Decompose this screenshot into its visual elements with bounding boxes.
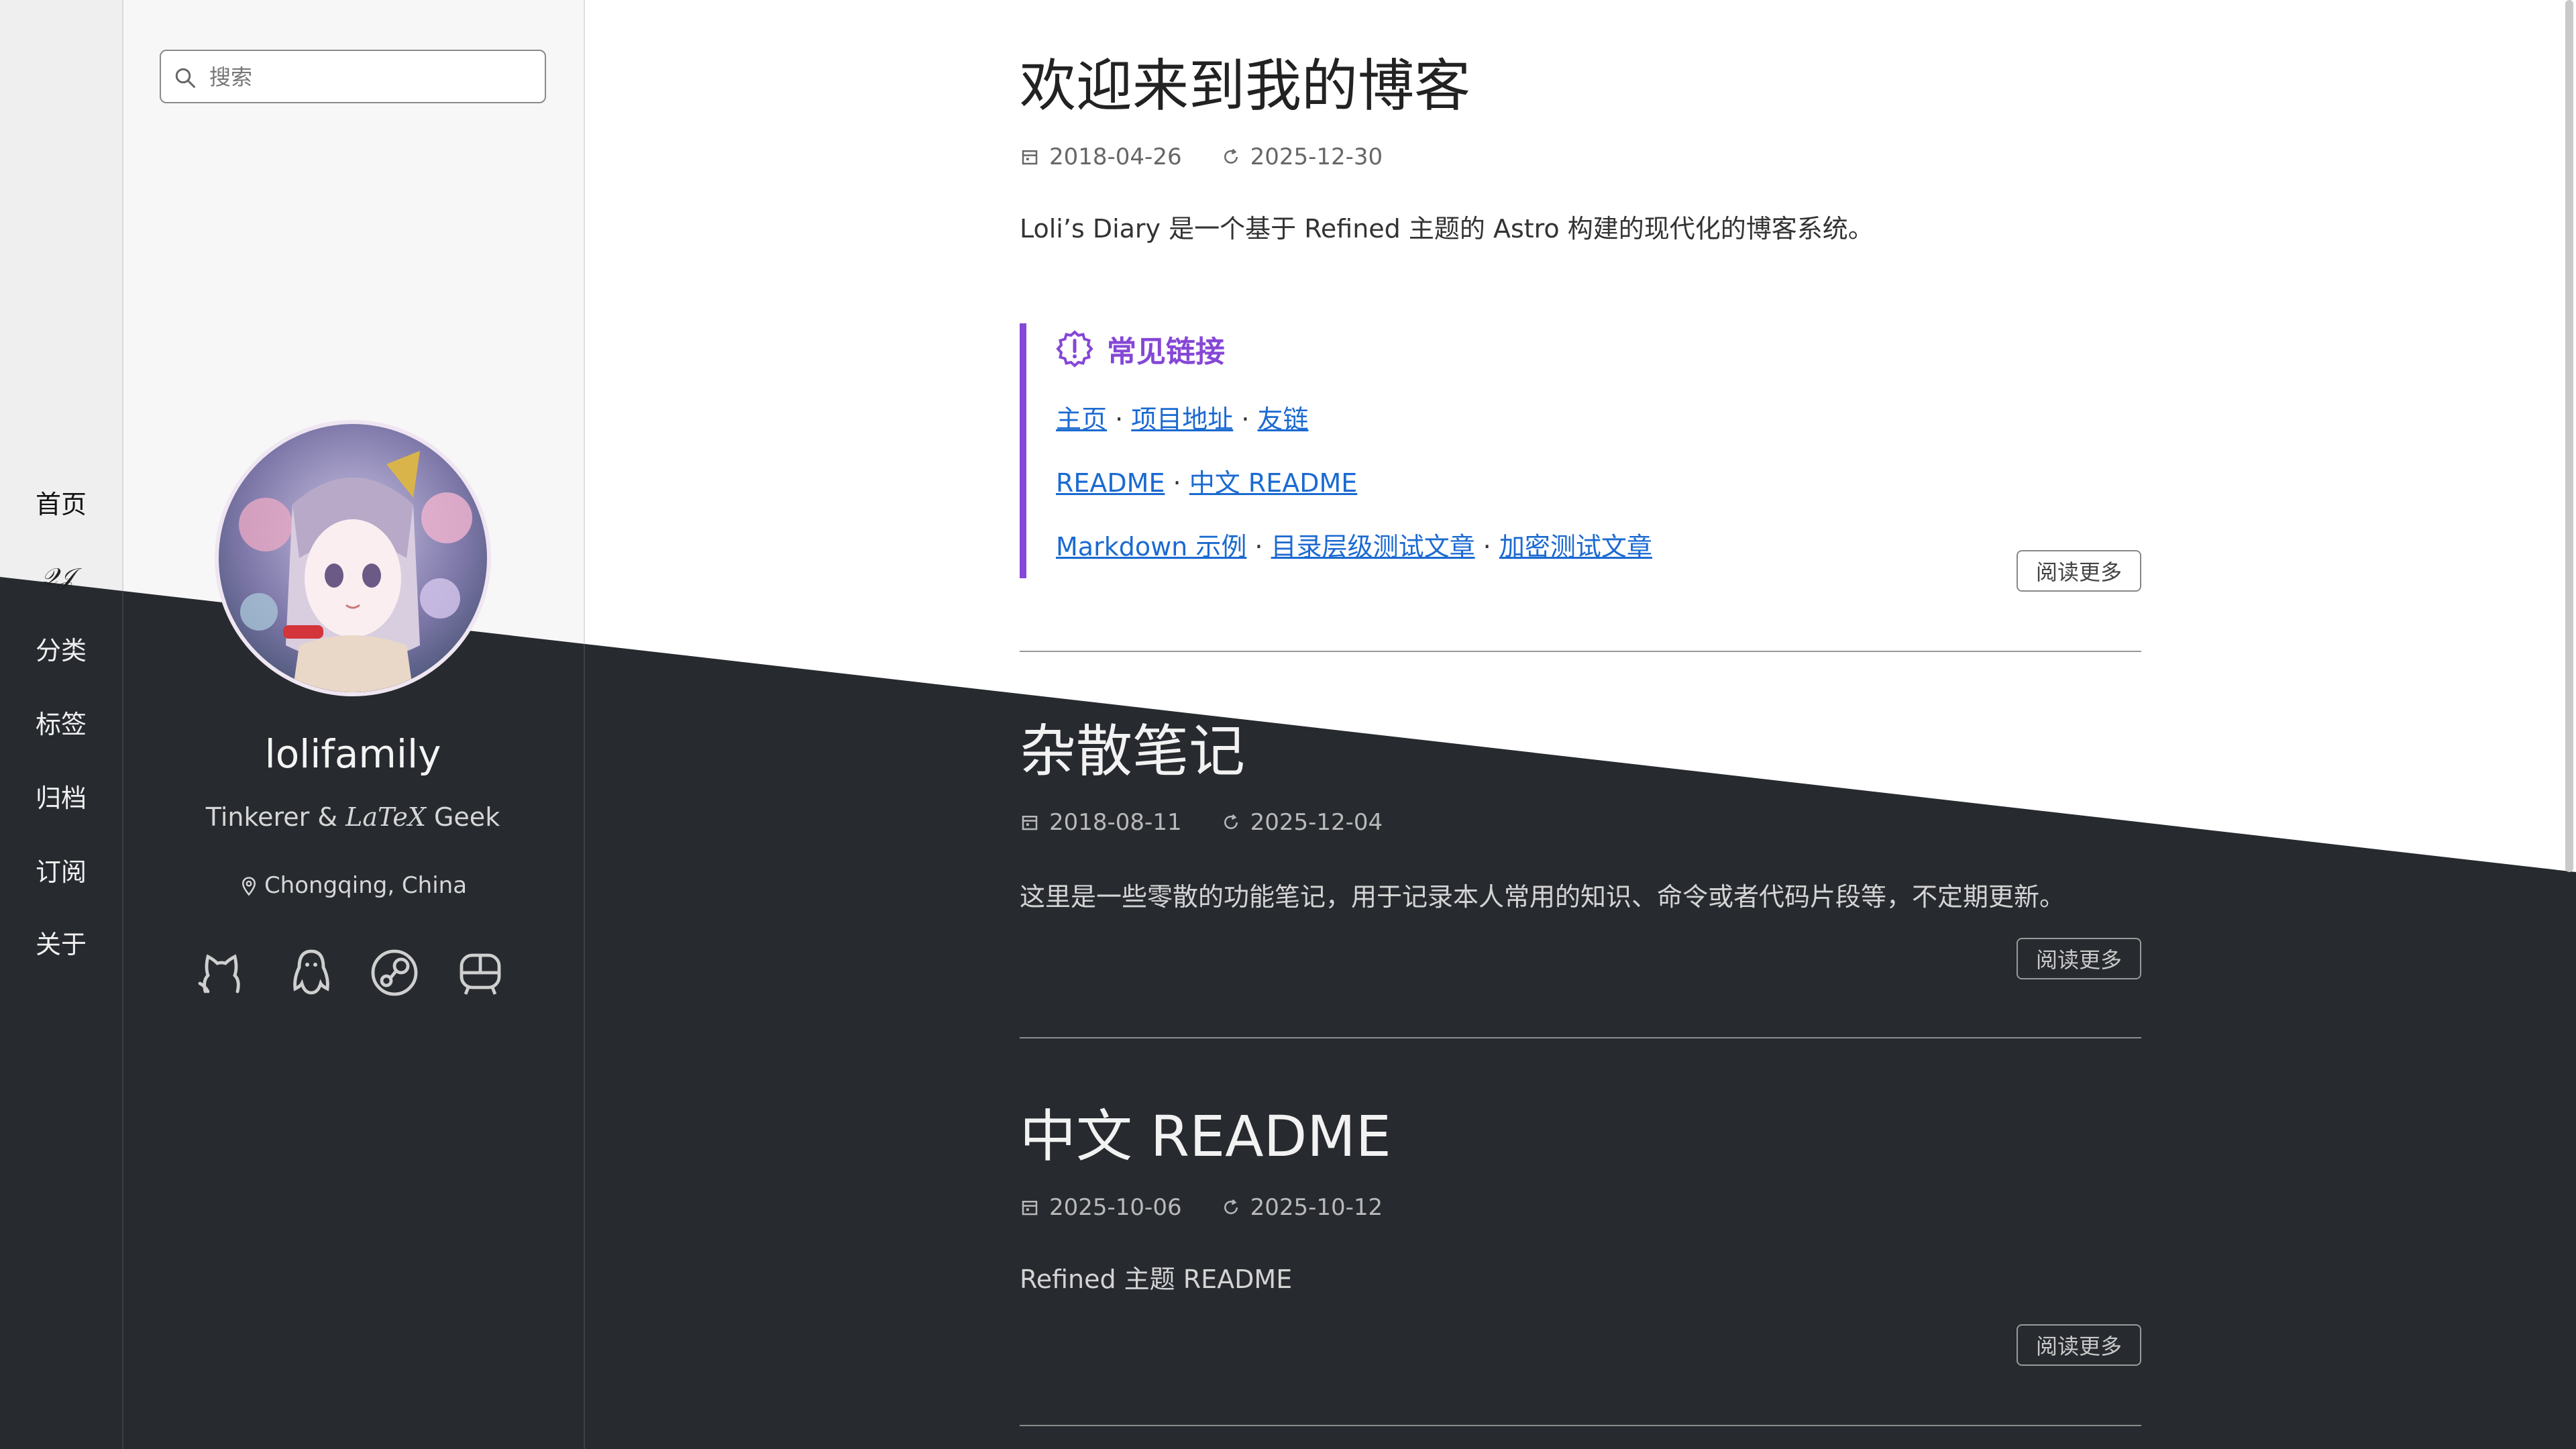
sidebar-divider xyxy=(584,0,585,1449)
post-divider xyxy=(1020,1425,2141,1426)
bilibili-tv-icon[interactable] xyxy=(453,946,507,1000)
nav-divider xyxy=(122,0,123,1449)
post-meta: 2018-04-26 2025-12-30 xyxy=(1020,144,1383,170)
link-friends[interactable]: 友链 xyxy=(1258,405,1309,434)
tagline-end: Geek xyxy=(425,802,500,832)
read-more-button[interactable]: 阅读更多 xyxy=(2017,1324,2141,1366)
post-updated-date: 2025-12-04 xyxy=(1250,809,1383,836)
callout-title: 常见链接 xyxy=(1107,335,1225,369)
nav-item-archive[interactable]: 归档 xyxy=(0,778,122,818)
scrollbar-thumb[interactable] xyxy=(2565,0,2573,872)
nav-item-home[interactable]: 首页 xyxy=(0,484,122,525)
post-title[interactable]: 杂散笔记 xyxy=(1020,718,2141,786)
updated-icon xyxy=(1224,1199,1238,1214)
nav-item-tags[interactable]: 标签 xyxy=(0,704,122,745)
calendar-icon xyxy=(1022,1201,1038,1216)
tagline-start: Tinkerer & xyxy=(205,802,346,832)
post-divider xyxy=(1020,1037,2141,1038)
profile-tagline: Tinkerer & LaTeX Geek xyxy=(122,802,584,832)
link-row: README · 中文 README xyxy=(1056,468,1358,498)
page-scrollbar[interactable] xyxy=(2563,0,2576,1449)
profile-name: lolifamily xyxy=(264,731,441,777)
avatar xyxy=(215,420,491,696)
post-meta: 2018-08-11 2025-12-04 xyxy=(1020,809,1383,836)
steam-icon[interactable] xyxy=(368,946,421,1000)
calendar-icon xyxy=(1022,150,1038,165)
post-card: 欢迎来到我的博客 2018-04-26 2025-12-30 Loli’s Di… xyxy=(1020,52,2141,656)
post-card: 杂散笔记 2018-08-11 2025-12-04 这里是一些零散的功能笔记，… xyxy=(1020,718,2141,1040)
location-text: Chongqing, China xyxy=(264,872,468,899)
link-home[interactable]: 主页 xyxy=(1056,405,1107,434)
link-project[interactable]: 项目地址 xyxy=(1131,405,1233,434)
callout-links: 常见链接 主页 · 项目地址 · 友链 README · 中文 README M… xyxy=(1020,323,2033,578)
updated-icon xyxy=(1224,814,1238,829)
post-divider xyxy=(1020,651,2141,652)
post-created-date: 2025-10-06 xyxy=(1049,1194,1182,1221)
exclamation-badge-icon xyxy=(1056,330,1093,368)
main-navigation: 首页 𝒬𝒥 分类 标签 归档 订阅 关于 xyxy=(0,0,122,1449)
link-encrypted-test[interactable]: 加密测试文章 xyxy=(1499,532,1652,561)
post-excerpt: 这里是一些零散的功能笔记，用于记录本人常用的知识、命令或者代码片段等，不定期更新… xyxy=(1020,882,2065,912)
search-box[interactable] xyxy=(160,50,546,103)
post-created-date: 2018-04-26 xyxy=(1049,144,1182,170)
link-row: Markdown 示例 · 目录层级测试文章 · 加密测试文章 xyxy=(1056,532,1652,561)
post-updated-date: 2025-10-12 xyxy=(1250,1194,1383,1221)
site-logo[interactable]: 𝒬𝒥 xyxy=(40,564,82,597)
post-title[interactable]: 欢迎来到我的博客 xyxy=(1020,52,2141,120)
link-readme[interactable]: README xyxy=(1056,468,1165,498)
nav-item-about[interactable]: 关于 xyxy=(0,924,122,965)
location-pin-icon xyxy=(241,877,256,896)
nav-item-categories[interactable]: 分类 xyxy=(0,631,122,671)
qq-penguin-icon[interactable] xyxy=(284,946,338,1000)
post-updated-date: 2025-12-30 xyxy=(1250,144,1383,170)
post-meta: 2025-10-06 2025-10-12 xyxy=(1020,1194,1383,1221)
github-icon[interactable] xyxy=(195,946,248,1000)
search-input[interactable] xyxy=(208,59,533,95)
post-excerpt: Refined 主题 README xyxy=(1020,1265,1293,1294)
updated-icon xyxy=(1224,148,1238,164)
post-created-date: 2018-08-11 xyxy=(1049,809,1182,836)
calendar-icon xyxy=(1022,816,1038,830)
read-more-button[interactable]: 阅读更多 xyxy=(2017,938,2141,979)
post-card: 中文 README 2025-10-06 2025-10-12 Refined … xyxy=(1020,1103,2141,1432)
link-toc-test[interactable]: 目录层级测试文章 xyxy=(1271,532,1475,561)
profile-location: Chongqing, China xyxy=(122,872,584,899)
link-markdown-example[interactable]: Markdown 示例 xyxy=(1056,532,1246,561)
post-excerpt: Loli’s Diary 是一个基于 Refined 主题的 Astro 构建的… xyxy=(1020,214,1874,244)
post-title[interactable]: 中文 README xyxy=(1020,1103,2141,1171)
latex-logo: LaTeX xyxy=(345,802,426,832)
link-readme-zh[interactable]: 中文 README xyxy=(1189,468,1358,498)
link-row: 主页 · 项目地址 · 友链 xyxy=(1056,405,1309,434)
nav-item-subscribe[interactable]: 订阅 xyxy=(0,852,122,892)
search-icon xyxy=(175,68,195,88)
read-more-button[interactable]: 阅读更多 xyxy=(2017,550,2141,592)
